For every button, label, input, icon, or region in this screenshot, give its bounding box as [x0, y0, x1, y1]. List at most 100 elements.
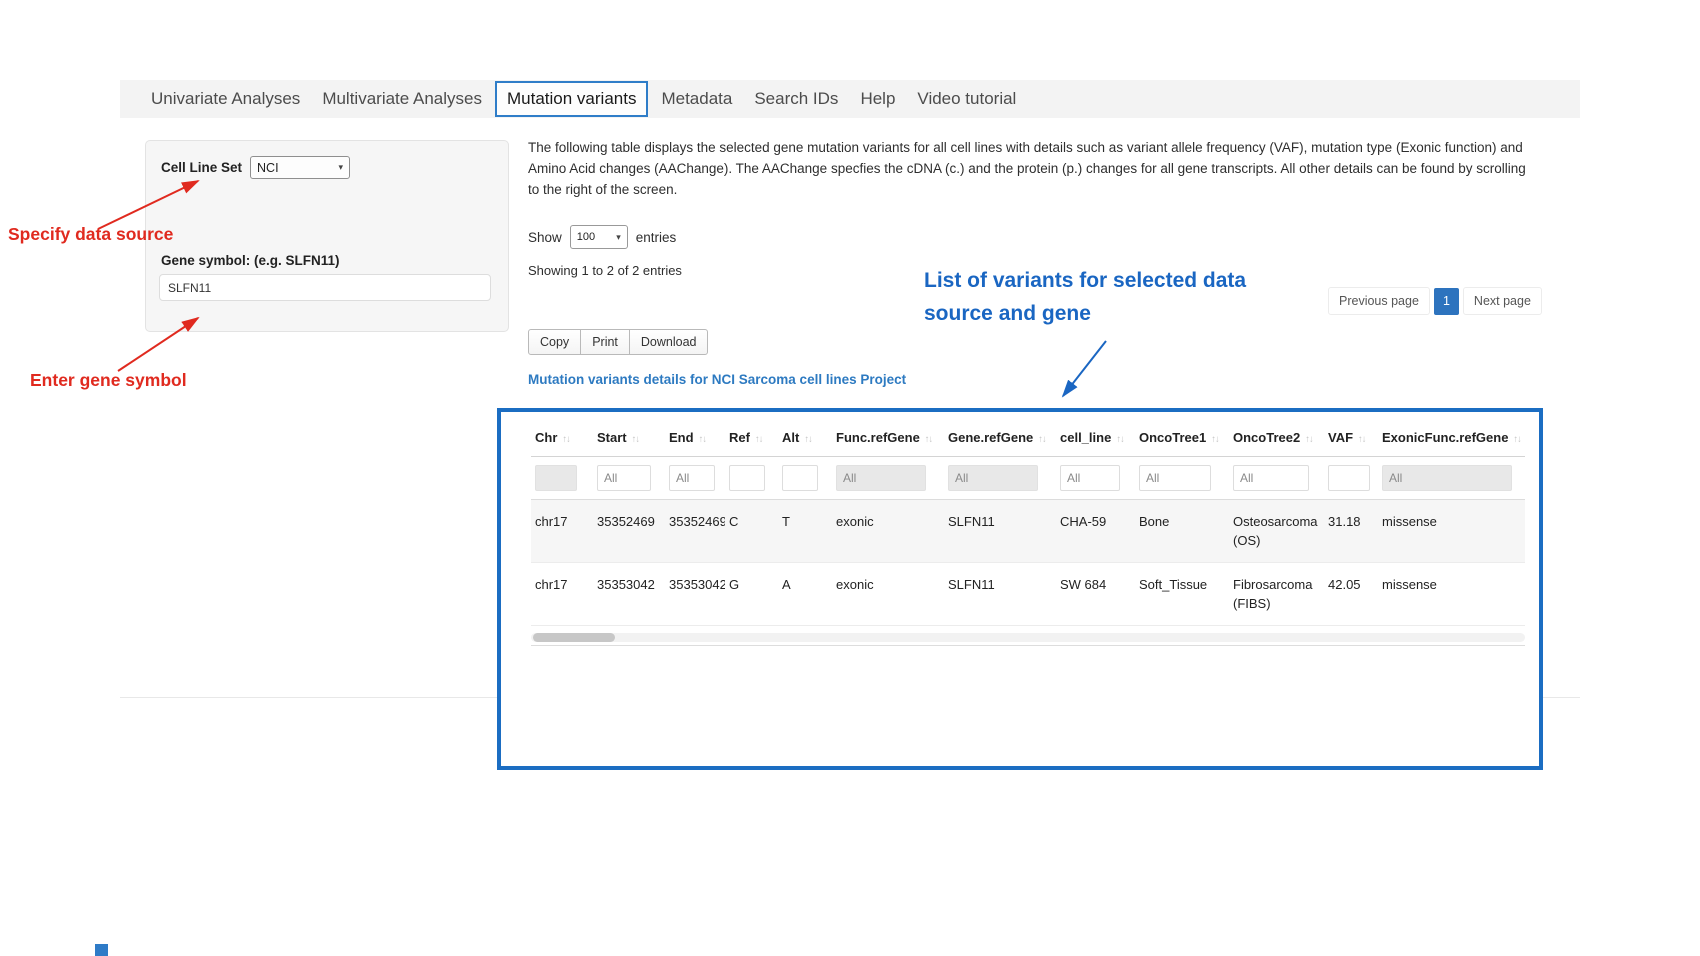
nav-tab-video-tutorial[interactable]: Video tutorial: [906, 89, 1027, 109]
nav-tab-help[interactable]: Help: [849, 89, 906, 109]
blue-arrow-to-table: [1063, 341, 1106, 396]
sort-icon: ↑↓: [699, 434, 707, 445]
cell-ref: C: [725, 500, 778, 563]
cell-oncotree1: Bone: [1135, 500, 1229, 563]
nav-tab-multivariate-analyses[interactable]: Multivariate Analyses: [311, 89, 493, 109]
table-filter-row: [531, 457, 1525, 500]
column-label: OncoTree2: [1233, 430, 1300, 445]
cell-ref: G: [725, 563, 778, 626]
nav-tab-metadata[interactable]: Metadata: [650, 89, 743, 109]
page-length-select[interactable]: 100 ▾: [570, 225, 628, 249]
cell-line-set-value: NCI: [257, 161, 279, 175]
column-label: Alt: [782, 430, 799, 445]
sort-icon: ↑↓: [925, 434, 933, 445]
filter-cell-ref: [725, 457, 778, 500]
export-buttons: CopyPrintDownload: [528, 329, 708, 355]
download-button[interactable]: Download: [629, 329, 709, 355]
table-row[interactable]: chr173535246935352469CTexonicSLFN11CHA-5…: [531, 500, 1525, 563]
column-label: VAF: [1328, 430, 1353, 445]
cell-line-set-select[interactable]: NCI ▾: [250, 156, 350, 179]
nav-tab-search-ids[interactable]: Search IDs: [743, 89, 849, 109]
gene-symbol-input[interactable]: [159, 274, 491, 301]
horizontal-scrollbar[interactable]: [531, 633, 1525, 642]
nav-tab-mutation-variants[interactable]: Mutation variants: [495, 81, 648, 117]
filter-input-gene-refgene[interactable]: [948, 465, 1038, 491]
column-label: Ref: [729, 430, 750, 445]
column-header-exonicfunc-refgene[interactable]: ExonicFunc.refGene ↑↓: [1378, 420, 1525, 457]
cell-line-set-label: Cell Line Set: [161, 160, 242, 175]
chevron-down-icon: ▾: [339, 162, 344, 173]
filter-cell-end: [665, 457, 725, 500]
column-header-ref[interactable]: Ref↑↓: [725, 420, 778, 457]
column-header-gene-refgene[interactable]: Gene.refGene↑↓: [944, 420, 1056, 457]
filter-cell-chr: [531, 457, 593, 500]
column-label: Chr: [535, 430, 557, 445]
column-label: Func.refGene: [836, 430, 920, 445]
cell-vaf: 31.18: [1324, 500, 1378, 563]
column-label: End: [669, 430, 694, 445]
sort-icon: ↑↓: [1211, 434, 1219, 445]
current-page-button[interactable]: 1: [1434, 288, 1459, 315]
top-nav-bar: Univariate AnalysesMultivariate Analyses…: [120, 80, 1580, 118]
filter-cell-gene-refgene: [944, 457, 1056, 500]
column-label: ExonicFunc.refGene: [1382, 430, 1508, 445]
column-header-vaf[interactable]: VAF↑↓: [1324, 420, 1378, 457]
cell-end: 35353042: [665, 563, 725, 626]
filter-input-exonicfunc-refgene[interactable]: [1382, 465, 1512, 491]
filter-input-func-refgene[interactable]: [836, 465, 926, 491]
cell-cell-line: CHA-59: [1056, 500, 1135, 563]
column-header-end[interactable]: End ↑↓: [665, 420, 725, 457]
show-entries-control: Show 100 ▾ entries: [528, 225, 676, 249]
previous-page-button[interactable]: Previous page: [1328, 287, 1430, 315]
print-button[interactable]: Print: [580, 329, 630, 355]
filter-input-cell-line[interactable]: [1060, 465, 1120, 491]
sort-icon: ↑↓: [1038, 434, 1046, 445]
cell-exonicfunc-refgene: missense: [1378, 563, 1525, 626]
cell-gene-refgene: SLFN11: [944, 500, 1056, 563]
cell-start: 35353042: [593, 563, 665, 626]
filter-cell-alt: [778, 457, 832, 500]
annotation-variants-note: List of variants for selected data sourc…: [924, 264, 1246, 330]
gene-symbol-label: Gene symbol: (e.g. SLFN11): [161, 253, 340, 268]
filter-input-alt[interactable]: [782, 465, 818, 491]
filter-input-chr[interactable]: [535, 465, 577, 491]
filter-cell-oncotree2: [1229, 457, 1324, 500]
filter-cell-vaf: [1324, 457, 1378, 500]
cell-start: 35352469: [593, 500, 665, 563]
annotation-variants-note-line2: source and gene: [924, 297, 1246, 330]
column-header-chr[interactable]: Chr↑↓: [531, 420, 593, 457]
cell-alt: T: [778, 500, 832, 563]
filter-input-end[interactable]: [669, 465, 715, 491]
sort-icon: ↑↓: [632, 434, 640, 445]
annotation-variants-note-line1: List of variants for selected data: [924, 264, 1246, 297]
filter-input-ref[interactable]: [729, 465, 765, 491]
filter-input-oncotree1[interactable]: [1139, 465, 1211, 491]
page-length-value: 100: [577, 231, 595, 243]
cropped-ui-artifact: [95, 944, 108, 956]
control-panel: Cell Line Set NCI ▾ Gene symbol: (e.g. S…: [145, 140, 509, 332]
next-page-button[interactable]: Next page: [1463, 287, 1542, 315]
filter-input-vaf[interactable]: [1328, 465, 1370, 491]
filter-input-start[interactable]: [597, 465, 651, 491]
nav-tab-univariate-analyses[interactable]: Univariate Analyses: [140, 89, 311, 109]
column-header-oncotree1[interactable]: OncoTree1↑↓: [1135, 420, 1229, 457]
column-header-func-refgene[interactable]: Func.refGene ↑↓: [832, 420, 944, 457]
column-header-start[interactable]: Start↑↓: [593, 420, 665, 457]
cell-end: 35352469: [665, 500, 725, 563]
cell-chr: chr17: [531, 500, 593, 563]
column-header-oncotree2[interactable]: OncoTree2↑↓: [1229, 420, 1324, 457]
entries-label: entries: [636, 230, 677, 245]
column-header-alt[interactable]: Alt↑↓: [778, 420, 832, 457]
cell-func-refgene: exonic: [832, 563, 944, 626]
table-title: Mutation variants details for NCI Sarcom…: [528, 372, 906, 387]
nav-tabs: Univariate AnalysesMultivariate Analyses…: [140, 81, 1027, 117]
filter-input-oncotree2[interactable]: [1233, 465, 1309, 491]
column-header-cell-line[interactable]: cell_line↑↓: [1056, 420, 1135, 457]
copy-button[interactable]: Copy: [528, 329, 581, 355]
sort-icon: ↑↓: [1513, 434, 1521, 445]
filter-cell-exonicfunc-refgene: [1378, 457, 1525, 500]
cell-oncotree2: Osteosarcoma (OS): [1229, 500, 1324, 563]
table-row[interactable]: chr173535304235353042GAexonicSLFN11SW 68…: [531, 563, 1525, 626]
table-bottom-border: [531, 645, 1525, 646]
scrollbar-thumb[interactable]: [533, 633, 615, 642]
